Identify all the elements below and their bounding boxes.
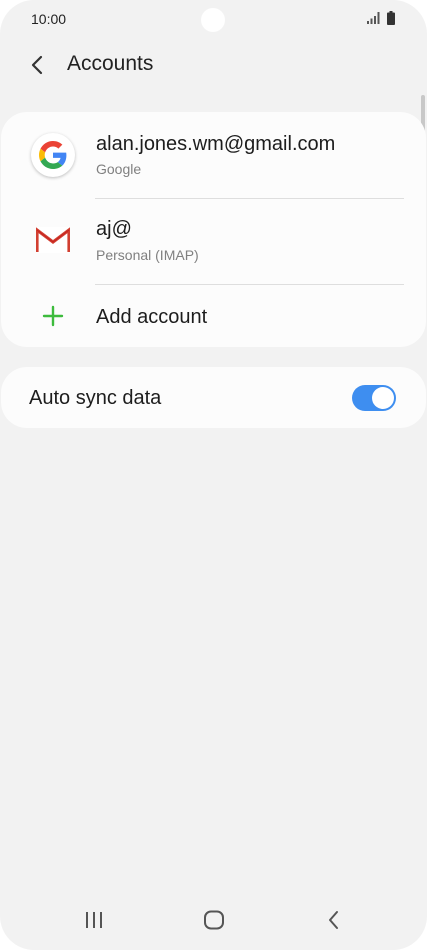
back-nav-button[interactable] <box>319 907 349 933</box>
chevron-left-icon <box>31 55 43 75</box>
account-item-imap[interactable]: aj@ Personal (IMAP) <box>1 198 426 284</box>
toggle-knob <box>372 387 394 409</box>
status-time: 10:00 <box>31 11 67 27</box>
home-button[interactable] <box>199 907 229 933</box>
plus-icon <box>31 294 75 338</box>
battery-icon <box>387 11 395 25</box>
camera-cutout <box>201 8 225 32</box>
auto-sync-label: Auto sync data <box>29 387 162 409</box>
home-icon <box>204 910 224 930</box>
google-icon <box>31 133 75 177</box>
app-header: Accounts <box>0 40 427 90</box>
page-title: Accounts <box>67 52 154 75</box>
back-button[interactable] <box>22 50 52 80</box>
add-account-button[interactable]: Add account <box>1 284 426 347</box>
recent-apps-icon <box>86 912 102 928</box>
accounts-list-card: alan.jones.wm@gmail.com Google aj@ Perso… <box>1 112 426 347</box>
gmail-icon <box>31 218 75 262</box>
google-logo-icon <box>39 141 67 169</box>
add-account-label: Add account <box>96 306 208 328</box>
signal-bars-icon <box>367 12 380 24</box>
account-email: aj@ <box>96 218 132 240</box>
account-email: alan.jones.wm@gmail.com <box>96 133 336 155</box>
gmail-logo-icon <box>36 227 70 253</box>
recent-apps-button[interactable] <box>79 907 109 933</box>
account-type: Google <box>96 161 142 177</box>
auto-sync-card: Auto sync data <box>1 367 426 428</box>
auto-sync-toggle[interactable] <box>352 385 396 411</box>
account-item-google[interactable]: alan.jones.wm@gmail.com Google <box>1 112 426 198</box>
navigation-bar <box>0 895 427 945</box>
phone-screen: 10:00 Accounts alan.jones.wm@gmail.com G… <box>0 0 427 950</box>
status-bar: 10:00 <box>0 0 427 40</box>
account-type: Personal (IMAP) <box>96 247 199 263</box>
back-chevron-icon <box>329 911 338 929</box>
